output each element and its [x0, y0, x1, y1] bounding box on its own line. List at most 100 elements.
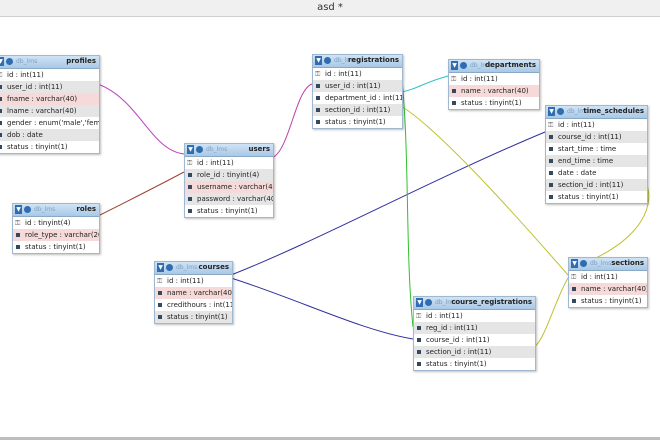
column-icon: [188, 197, 192, 201]
column-label: id : int(11): [581, 273, 618, 281]
table-sections[interactable]: ▼ db_lms sections ⚿ id : int(11) name : va…: [568, 257, 648, 308]
column-row[interactable]: dob : date: [0, 129, 99, 141]
column-row[interactable]: fname : varchar(40): [0, 93, 99, 105]
column-row[interactable]: name : varchar(40): [155, 287, 232, 299]
info-icon[interactable]: [460, 62, 467, 69]
column-row[interactable]: ⚿ id : int(11): [185, 157, 273, 169]
column-row[interactable]: ⚿ id : int(11): [546, 119, 647, 131]
column-row[interactable]: status : tinyint(1): [185, 205, 273, 217]
column-icon: [549, 171, 553, 175]
column-row[interactable]: status : tinyint(1): [13, 241, 99, 253]
column-row[interactable]: role_type : varchar(20): [13, 229, 99, 241]
table-name: roles: [76, 205, 96, 213]
column-row[interactable]: name : varchar(40): [449, 85, 539, 97]
table-users[interactable]: ▼ db_lms users ⚿ id : int(11) role_id : ti…: [184, 143, 274, 218]
column-row[interactable]: name : varchar(40): [569, 283, 647, 295]
table-name: courses: [198, 263, 229, 271]
column-row[interactable]: ⚿ id : int(11): [0, 69, 99, 81]
column-row[interactable]: password : varchar(40): [185, 193, 273, 205]
info-icon[interactable]: [580, 260, 587, 267]
column-row[interactable]: department_id : int(11): [313, 92, 402, 104]
column-row[interactable]: status : tinyint(1): [449, 97, 539, 109]
collapse-toggle-icon[interactable]: ▼: [451, 61, 458, 70]
collapse-toggle-icon[interactable]: ▼: [571, 259, 578, 268]
table-courses[interactable]: ▼ db_lms courses ⚿ id : int(11) name : var…: [154, 261, 233, 324]
table-header[interactable]: ▼ db_lms profiles: [0, 56, 99, 69]
column-icon: [188, 209, 192, 213]
column-row[interactable]: status : tinyint(1): [569, 295, 647, 307]
column-row[interactable]: status : tinyint(1): [414, 358, 535, 370]
table-roles[interactable]: ▼ db_lms roles ⚿ id : tinyint(4) role_type…: [12, 203, 100, 254]
info-icon[interactable]: [557, 108, 564, 115]
column-row[interactable]: gender : enum('male','female'): [0, 117, 99, 129]
column-row[interactable]: role_id : tinyint(4): [185, 169, 273, 181]
column-row[interactable]: course_id : int(11): [414, 334, 535, 346]
column-row[interactable]: course_id : int(11): [546, 131, 647, 143]
column-row[interactable]: ⚿ id : int(11): [313, 68, 402, 80]
table-header[interactable]: ▼ db_lms course_registrations: [414, 297, 535, 310]
column-icon: [549, 183, 553, 187]
relation-courses-course-registrations: [230, 277, 414, 340]
column-icon: [0, 85, 2, 89]
table-header[interactable]: ▼ db_lms sections: [569, 258, 647, 271]
column-row[interactable]: ⚿ id : int(11): [449, 73, 539, 85]
column-row[interactable]: status : tinyint(1): [313, 116, 402, 128]
column-row[interactable]: ⚿ id : int(11): [414, 310, 535, 322]
collapse-toggle-icon[interactable]: ▼: [15, 205, 22, 214]
table-name: profiles: [66, 57, 96, 65]
table-header[interactable]: ▼ db_lms users: [185, 144, 273, 157]
column-icon: [452, 89, 456, 93]
column-row[interactable]: section_id : int(11): [414, 346, 535, 358]
column-row[interactable]: reg_id : int(11): [414, 322, 535, 334]
column-row[interactable]: lname : varchar(40): [0, 105, 99, 117]
collapse-toggle-icon[interactable]: ▼: [548, 107, 555, 116]
collapse-toggle-icon[interactable]: ▼: [416, 298, 423, 307]
collapse-toggle-icon[interactable]: ▼: [0, 57, 4, 66]
collapse-toggle-icon[interactable]: ▼: [157, 263, 164, 272]
column-icon: [417, 338, 421, 342]
column-icon: [549, 159, 553, 163]
column-row[interactable]: start_time : time: [546, 143, 647, 155]
column-row[interactable]: username : varchar(40): [185, 181, 273, 193]
info-icon[interactable]: [425, 299, 432, 306]
table-header[interactable]: ▼ db_lms courses: [155, 262, 232, 275]
table-registrations[interactable]: ▼ db_lms registrations ⚿ id : int(11) user…: [312, 54, 403, 129]
collapse-toggle-icon[interactable]: ▼: [187, 145, 194, 154]
column-label: course_id : int(11): [558, 133, 622, 141]
column-row[interactable]: ⚿ id : tinyint(4): [13, 217, 99, 229]
column-row[interactable]: user_id : int(11): [313, 80, 402, 92]
column-icon: [316, 96, 320, 100]
info-icon[interactable]: [6, 58, 13, 65]
table-name: time_schedules: [583, 107, 644, 115]
collapse-toggle-icon[interactable]: ▼: [315, 56, 322, 65]
table-header[interactable]: ▼ db_lms registrations: [313, 55, 402, 68]
table-header[interactable]: ▼ db_lms departments: [449, 60, 539, 73]
table-time-schedules[interactable]: ▼ db_lms time_schedules ⚿ id : int(11) cou…: [545, 105, 648, 204]
column-row[interactable]: end_time : time: [546, 155, 647, 167]
table-header[interactable]: ▼ db_lms time_schedules: [546, 106, 647, 119]
info-icon[interactable]: [24, 206, 31, 213]
table-header[interactable]: ▼ db_lms roles: [13, 204, 99, 217]
table-course-registrations[interactable]: ▼ db_lms course_registrations ⚿ id : int(…: [413, 296, 536, 371]
column-row[interactable]: ⚿ id : int(11): [569, 271, 647, 283]
table-profiles[interactable]: ▼ db_lms profiles ⚿ id : int(11) user_id :…: [0, 55, 100, 154]
column-row[interactable]: date : date: [546, 167, 647, 179]
column-icon: [549, 135, 553, 139]
info-icon[interactable]: [166, 264, 173, 271]
column-row[interactable]: section_id : int(11): [546, 179, 647, 191]
column-row[interactable]: status : tinyint(1): [155, 311, 232, 323]
info-icon[interactable]: [196, 146, 203, 153]
column-row[interactable]: section_id : int(11): [313, 104, 402, 116]
column-row[interactable]: status : tinyint(1): [0, 141, 99, 153]
column-row[interactable]: status : tinyint(1): [546, 191, 647, 203]
column-row[interactable]: credithours : int(11): [155, 299, 232, 311]
info-icon[interactable]: [324, 57, 331, 64]
column-icon: [0, 133, 2, 137]
column-label: id : int(11): [197, 159, 234, 167]
relation-roles-users: [97, 171, 185, 217]
table-departments[interactable]: ▼ db_lms departments ⚿ id : int(11) name :…: [448, 59, 540, 110]
column-row[interactable]: ⚿ id : int(11): [155, 275, 232, 287]
primary-key-icon: ⚿: [451, 75, 457, 83]
column-row[interactable]: user_id : int(11): [0, 81, 99, 93]
column-label: username : varchar(40): [197, 183, 273, 191]
